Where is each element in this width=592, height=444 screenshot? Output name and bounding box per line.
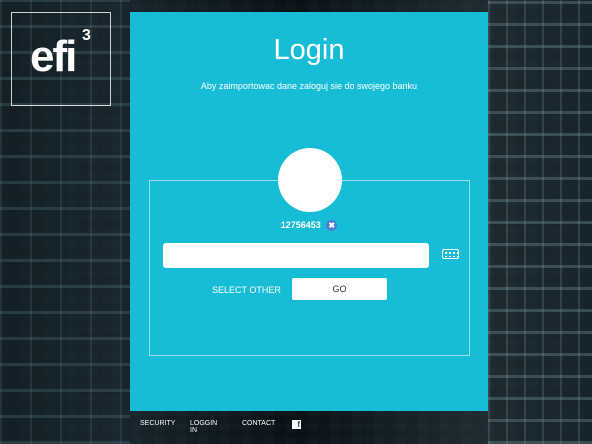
logo-superscript: 3 [82, 27, 91, 44]
user-id: 12756453 [280, 220, 321, 230]
logo-text: efi [30, 32, 77, 81]
select-other-link[interactable]: SELECT OTHER [212, 285, 281, 295]
virtual-keyboard-icon[interactable] [442, 249, 459, 259]
facebook-icon[interactable]: f [292, 420, 301, 429]
page-title: Login [273, 34, 345, 66]
remove-user-icon[interactable]: ✖ [326, 220, 338, 232]
password-input[interactable] [163, 243, 429, 268]
page-subtitle: Aby zaimportowac dane zaloguj sie do swo… [200, 81, 418, 91]
user-avatar [278, 148, 342, 212]
go-button[interactable]: GO [292, 278, 387, 300]
footer-link-contact[interactable]: CONTACT [242, 420, 275, 427]
footer-link-loggin-in[interactable]: LOGGIN IN [190, 420, 217, 434]
user-id-row: 12756453 ✖ [130, 220, 488, 232]
footer-link-security[interactable]: SECURITY [140, 420, 175, 427]
login-panel: Login Aby zaimportowac dane zaloguj sie … [130, 12, 488, 411]
efi-logo: efi 3 [11, 12, 111, 106]
